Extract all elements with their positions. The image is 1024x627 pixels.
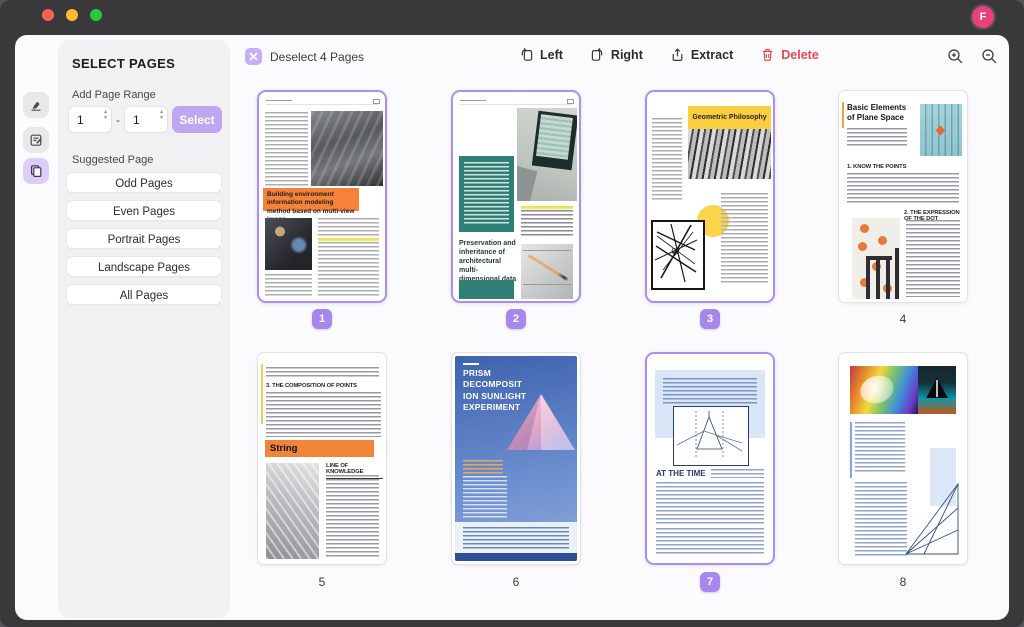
page-preview-4: Basic Elements of Plane Space 1. KNOW TH… <box>842 94 964 299</box>
page-thumbnail-6[interactable]: PRISM DECOMPOSIT ION SUNLIGHT EXPERIMENT <box>451 352 581 565</box>
delete-button[interactable]: Delete <box>760 47 819 62</box>
page-number-badge: 2 <box>506 309 526 329</box>
page4-title: Basic Elements of Plane Space <box>847 103 913 123</box>
close-window-button[interactable] <box>42 9 54 21</box>
prism-photo <box>505 392 577 452</box>
stepper-arrows-icon[interactable]: ▲▼ <box>159 110 164 121</box>
extract-button[interactable]: Extract <box>670 47 733 62</box>
deselect-label: Deselect 4 Pages <box>270 50 364 64</box>
zoom-window-button[interactable] <box>90 9 102 21</box>
zoom-in-icon[interactable] <box>947 48 964 65</box>
page-number: 4 <box>838 312 968 326</box>
stepper-arrows-icon[interactable]: ▲▼ <box>103 110 108 121</box>
portrait-pages-button[interactable]: Portrait Pages <box>66 228 222 249</box>
zoom-out-icon[interactable] <box>981 48 998 65</box>
odd-pages-button[interactable]: Odd Pages <box>66 172 222 193</box>
page-thumbnail-8[interactable] <box>838 352 968 565</box>
content-area: SELECT PAGES Add Page Range ▲▼ - ▲▼ Sele… <box>15 35 1009 620</box>
page-preview-1: Building environment information modelin… <box>261 94 383 299</box>
deselect-check-icon <box>245 48 262 65</box>
page7-heading: AT THE TIME <box>656 470 706 478</box>
account-avatar[interactable]: F <box>972 6 994 28</box>
range-separator: - <box>116 113 120 127</box>
page-actions: Left Right Extract <box>519 47 819 62</box>
tool-highlighter-button[interactable] <box>23 92 49 118</box>
page-thumbnail-1[interactable]: Building environment information modelin… <box>257 90 387 303</box>
rotate-right-button[interactable]: Right <box>590 47 643 62</box>
page-thumbnail-2[interactable]: Preservation and inheritance of architec… <box>451 90 581 303</box>
page-number: 6 <box>451 575 581 589</box>
suggested-page-label: Suggested Page <box>72 153 153 167</box>
page-preview-3: Geometric Philosophy <box>649 94 771 299</box>
even-pages-button[interactable]: Even Pages <box>66 200 222 221</box>
minimize-window-button[interactable] <box>66 9 78 21</box>
panel-title: SELECT PAGES <box>72 56 175 72</box>
all-pages-button[interactable]: All Pages <box>66 284 222 305</box>
page-number-badge: 1 <box>312 309 332 329</box>
page3-title: Geometric Philosophy <box>688 106 771 129</box>
tool-pages-button[interactable] <box>23 158 49 184</box>
page1-title: Building environment information modelin… <box>263 188 359 211</box>
page-number: 5 <box>257 575 387 589</box>
extract-icon <box>670 47 685 62</box>
extract-label: Extract <box>691 48 733 62</box>
page-range-row: ▲▼ - ▲▼ Select <box>68 106 222 133</box>
trash-icon <box>760 47 775 62</box>
page-number-badge: 7 <box>700 572 720 592</box>
page-thumbnail-5[interactable]: 3. THE COMPOSITION OF POINTS String LINE… <box>257 352 387 565</box>
page-number-badge: 3 <box>700 309 720 329</box>
tool-annotate-button[interactable] <box>23 127 49 153</box>
page-preview-8 <box>842 356 964 561</box>
deselect-pages-button[interactable]: Deselect 4 Pages <box>245 48 364 65</box>
rotate-left-icon <box>519 47 534 62</box>
landscape-pages-button[interactable]: Landscape Pages <box>66 256 222 277</box>
select-pages-panel: SELECT PAGES Add Page Range ▲▼ - ▲▼ Sele… <box>58 40 230 618</box>
page-thumbnail-3[interactable]: Geometric Philosophy <box>645 90 775 303</box>
rotate-left-label: Left <box>540 48 563 62</box>
delete-label: Delete <box>781 48 819 62</box>
select-range-button[interactable]: Select <box>172 106 222 133</box>
page-thumbnail-7[interactable]: AT THE TIME <box>645 352 775 565</box>
titlebar: F <box>0 0 1024 35</box>
zoom-controls <box>947 48 998 65</box>
geometric-line-art <box>653 222 699 284</box>
add-page-range-label: Add Page Range <box>72 88 156 102</box>
page-thumbnail-4[interactable]: Basic Elements of Plane Space 1. KNOW TH… <box>838 90 968 303</box>
page5-heading1: 3. THE COMPOSITION OF POINTS <box>266 383 357 389</box>
rotate-left-button[interactable]: Left <box>519 47 563 62</box>
page-preview-5: 3. THE COMPOSITION OF POINTS String LINE… <box>261 356 383 561</box>
page-preview-7: AT THE TIME <box>649 356 771 561</box>
app-window: F SELECT PAGES Add P <box>0 0 1024 627</box>
triangle-line-art <box>904 474 962 558</box>
page5-banner: String <box>265 440 374 457</box>
highlighter-icon <box>29 98 43 112</box>
page-preview-2: Preservation and inheritance of architec… <box>455 94 577 299</box>
note-edit-icon <box>29 133 43 147</box>
page-preview-6: PRISM DECOMPOSIT ION SUNLIGHT EXPERIMENT <box>455 356 577 561</box>
pages-icon <box>29 164 43 178</box>
rotate-right-label: Right <box>611 48 643 62</box>
rotate-right-icon <box>590 47 605 62</box>
page2-title: Preservation and inheritance of architec… <box>459 239 517 284</box>
prism-diagram <box>674 407 745 462</box>
page4-heading1: 1. KNOW THE POINTS <box>847 164 906 170</box>
page-number: 8 <box>838 575 968 589</box>
